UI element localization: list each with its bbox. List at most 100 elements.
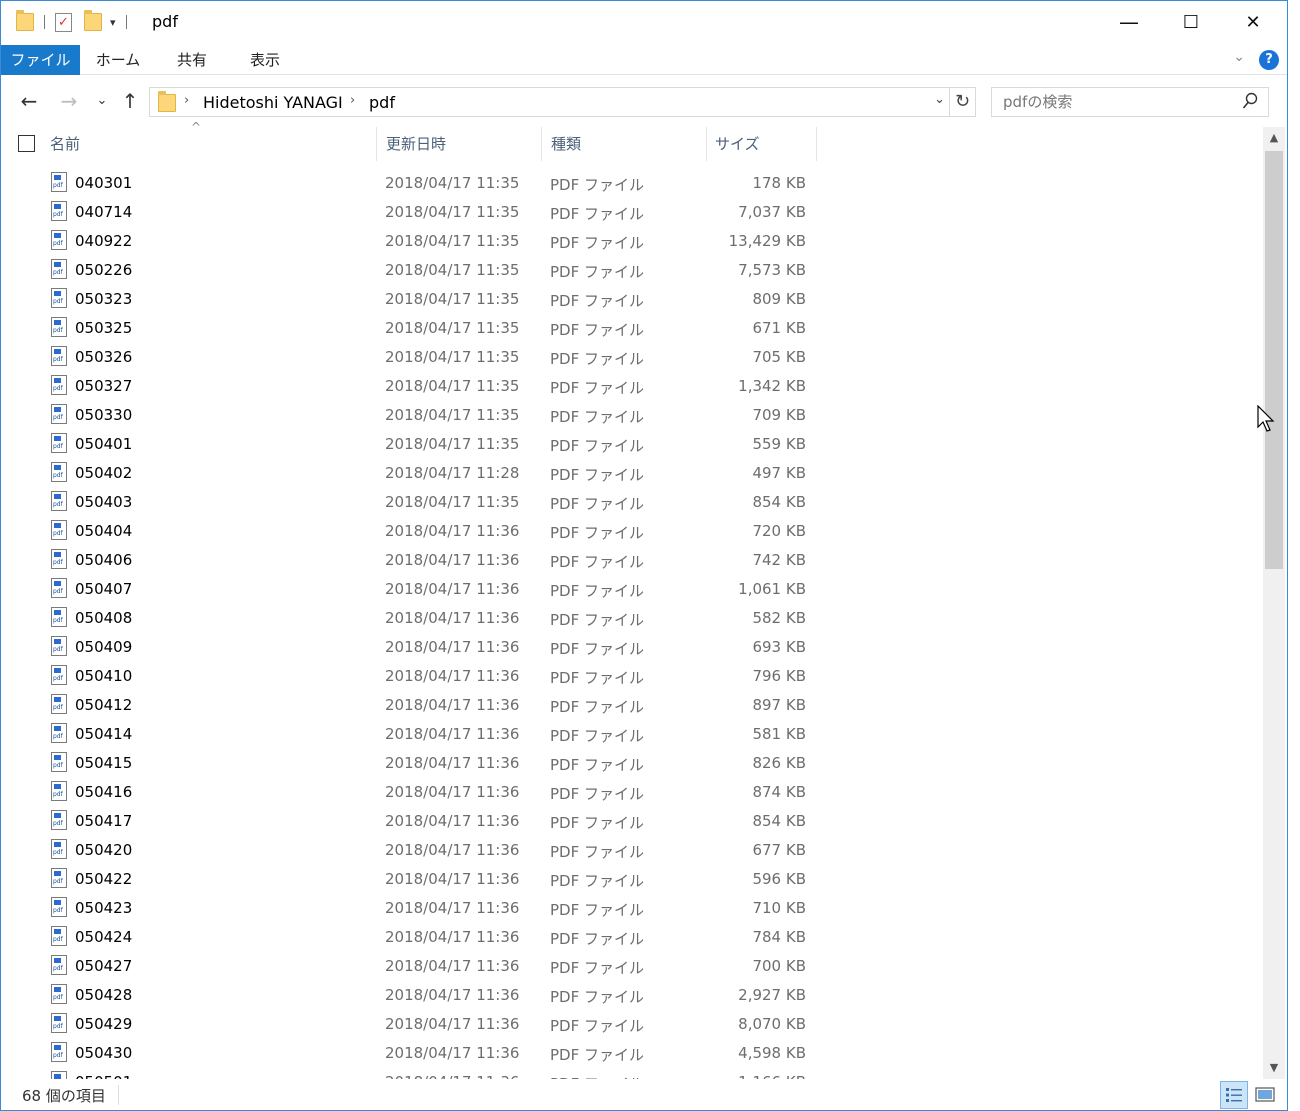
file-row[interactable]: 050326 2018/04/17 11:35 PDF ファイル 705 KB <box>1 343 1261 372</box>
file-row[interactable]: 050417 2018/04/17 11:36 PDF ファイル 854 KB <box>1 807 1261 836</box>
pdf-file-icon <box>51 259 67 279</box>
file-size: 854 KB <box>752 812 806 830</box>
new-folder-icon[interactable] <box>84 10 102 31</box>
recent-locations-button[interactable]: ⌄ <box>89 87 115 115</box>
file-size: 581 KB <box>752 725 806 743</box>
file-row[interactable]: 050407 2018/04/17 11:36 PDF ファイル 1,061 KB <box>1 575 1261 604</box>
file-size: 8,070 KB <box>738 1015 806 1033</box>
file-row[interactable]: 050427 2018/04/17 11:36 PDF ファイル 700 KB <box>1 952 1261 981</box>
column-header-size[interactable]: サイズ <box>707 127 816 161</box>
properties-icon[interactable]: ✓ <box>55 12 72 32</box>
forward-button[interactable]: → <box>56 87 82 115</box>
file-size: 897 KB <box>752 696 806 714</box>
file-date: 2018/04/17 11:35 <box>385 406 520 424</box>
pdf-file-icon <box>51 462 67 482</box>
column-divider[interactable] <box>816 127 817 161</box>
pdf-file-icon <box>51 520 67 540</box>
help-icon[interactable]: ? <box>1259 50 1279 70</box>
file-row[interactable]: 050420 2018/04/17 11:36 PDF ファイル 677 KB <box>1 836 1261 865</box>
file-row[interactable]: 050415 2018/04/17 11:36 PDF ファイル 826 KB <box>1 749 1261 778</box>
file-row[interactable]: 050404 2018/04/17 11:36 PDF ファイル 720 KB <box>1 517 1261 546</box>
address-bar[interactable]: › Hidetoshi YANAGI › pdf ⌄ <box>149 87 950 117</box>
file-size: 13,429 KB <box>728 232 806 250</box>
file-row[interactable]: 040301 2018/04/17 11:35 PDF ファイル 178 KB <box>1 169 1261 198</box>
file-row[interactable]: 050416 2018/04/17 11:36 PDF ファイル 874 KB <box>1 778 1261 807</box>
up-button[interactable]: ↑ <box>117 87 143 115</box>
column-header-date[interactable]: 更新日時 <box>377 127 540 161</box>
file-row[interactable]: 050327 2018/04/17 11:35 PDF ファイル 1,342 KB <box>1 372 1261 401</box>
file-name: 050427 <box>75 957 133 975</box>
column-header-name[interactable]: 名前 <box>41 127 375 161</box>
search-box[interactable] <box>991 87 1269 117</box>
search-icon[interactable] <box>1242 92 1258 110</box>
breadcrumb-pdf[interactable]: pdf <box>369 93 395 112</box>
chevron-right-icon[interactable]: › <box>350 93 355 108</box>
refresh-button[interactable]: ↻ <box>950 87 976 117</box>
file-date: 2018/04/17 11:35 <box>385 290 520 308</box>
file-row[interactable]: 050226 2018/04/17 11:35 PDF ファイル 7,573 KB <box>1 256 1261 285</box>
file-date: 2018/04/17 11:36 <box>385 551 520 569</box>
pdf-file-icon <box>51 346 67 366</box>
large-icons-view-button[interactable] <box>1252 1081 1280 1109</box>
customize-toolbar-icon[interactable]: ▾ <box>110 16 116 29</box>
file-row[interactable]: 050429 2018/04/17 11:36 PDF ファイル 8,070 KB <box>1 1010 1261 1039</box>
file-row[interactable]: 050423 2018/04/17 11:36 PDF ファイル 710 KB <box>1 894 1261 923</box>
file-row[interactable]: 050406 2018/04/17 11:36 PDF ファイル 742 KB <box>1 546 1261 575</box>
file-row[interactable]: 050424 2018/04/17 11:36 PDF ファイル 784 KB <box>1 923 1261 952</box>
details-view-button[interactable] <box>1220 1081 1248 1109</box>
title-bar: ✓ ▾ pdf — ☐ ✕ <box>1 1 1287 43</box>
file-size: 582 KB <box>752 609 806 627</box>
file-row[interactable]: 050323 2018/04/17 11:35 PDF ファイル 809 KB <box>1 285 1261 314</box>
scrollbar-thumb[interactable] <box>1265 151 1283 569</box>
item-count: 68 個の項目 <box>22 1087 106 1105</box>
file-date: 2018/04/17 11:36 <box>385 725 520 743</box>
file-row[interactable]: 050325 2018/04/17 11:35 PDF ファイル 671 KB <box>1 314 1261 343</box>
tab-file[interactable]: ファイル <box>1 45 80 75</box>
vertical-scrollbar[interactable]: ▲ ▼ <box>1263 127 1285 1079</box>
mouse-cursor-icon <box>1257 405 1275 432</box>
file-row[interactable]: 050403 2018/04/17 11:35 PDF ファイル 854 KB <box>1 488 1261 517</box>
pdf-file-icon <box>51 1071 67 1079</box>
tab-home[interactable]: ホーム <box>87 45 149 75</box>
file-row[interactable]: 050408 2018/04/17 11:36 PDF ファイル 582 KB <box>1 604 1261 633</box>
scroll-down-arrow-icon[interactable]: ▼ <box>1263 1059 1285 1077</box>
breadcrumb-user[interactable]: Hidetoshi YANAGI <box>203 93 343 112</box>
maximize-button[interactable]: ☐ <box>1160 1 1222 43</box>
file-date: 2018/04/17 11:36 <box>385 609 520 627</box>
file-row[interactable]: 050330 2018/04/17 11:35 PDF ファイル 709 KB <box>1 401 1261 430</box>
file-date: 2018/04/17 11:36 <box>385 783 520 801</box>
file-size: 874 KB <box>752 783 806 801</box>
status-divider <box>118 1085 119 1105</box>
back-button[interactable]: ← <box>16 87 42 115</box>
close-button[interactable]: ✕ <box>1222 1 1284 43</box>
file-name: 050423 <box>75 899 133 917</box>
file-row[interactable]: 040922 2018/04/17 11:35 PDF ファイル 13,429 KB <box>1 227 1261 256</box>
scroll-up-arrow-icon[interactable]: ▲ <box>1263 129 1285 147</box>
tab-view[interactable]: 表示 <box>237 45 293 75</box>
file-size: 710 KB <box>752 899 806 917</box>
tab-share[interactable]: 共有 <box>165 45 219 75</box>
file-size: 854 KB <box>752 493 806 511</box>
file-row[interactable]: 040714 2018/04/17 11:35 PDF ファイル 7,037 KB <box>1 198 1261 227</box>
file-row[interactable]: 050402 2018/04/17 11:28 PDF ファイル 497 KB <box>1 459 1261 488</box>
file-type: PDF ファイル <box>550 466 644 484</box>
column-header-type[interactable]: 種類 <box>542 127 705 161</box>
address-history-chevron-down-icon[interactable]: ⌄ <box>934 92 945 107</box>
file-row[interactable]: 050401 2018/04/17 11:35 PDF ファイル 559 KB <box>1 430 1261 459</box>
file-size: 742 KB <box>752 551 806 569</box>
expand-ribbon-chevron-icon[interactable]: ⌄ <box>1233 49 1245 65</box>
chevron-right-icon[interactable]: › <box>184 93 189 108</box>
file-row[interactable]: 0505012018/04/17 11:36PDF ファイル1,166 KB <box>1 1068 1261 1079</box>
file-row[interactable]: 050412 2018/04/17 11:36 PDF ファイル 897 KB <box>1 691 1261 720</box>
minimize-button[interactable]: — <box>1098 1 1160 43</box>
file-name: 050414 <box>75 725 133 743</box>
file-row[interactable]: 050422 2018/04/17 11:36 PDF ファイル 596 KB <box>1 865 1261 894</box>
file-row[interactable]: 050430 2018/04/17 11:36 PDF ファイル 4,598 KB <box>1 1039 1261 1068</box>
select-all-checkbox[interactable] <box>18 135 35 152</box>
folder-icon[interactable] <box>16 10 34 31</box>
search-input[interactable] <box>992 88 1232 116</box>
file-row[interactable]: 050428 2018/04/17 11:36 PDF ファイル 2,927 KB <box>1 981 1261 1010</box>
file-row[interactable]: 050414 2018/04/17 11:36 PDF ファイル 581 KB <box>1 720 1261 749</box>
file-row[interactable]: 050409 2018/04/17 11:36 PDF ファイル 693 KB <box>1 633 1261 662</box>
file-row[interactable]: 050410 2018/04/17 11:36 PDF ファイル 796 KB <box>1 662 1261 691</box>
